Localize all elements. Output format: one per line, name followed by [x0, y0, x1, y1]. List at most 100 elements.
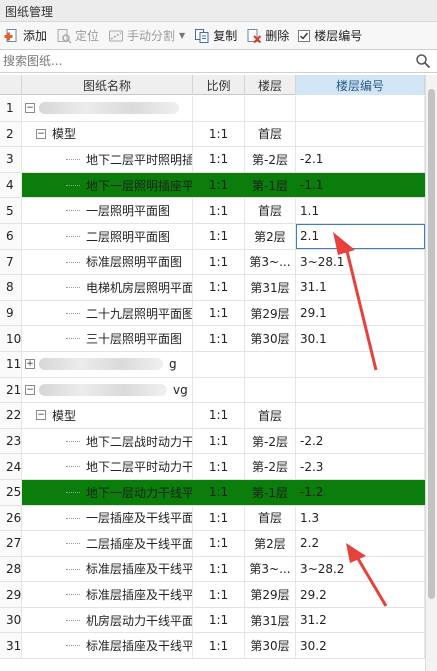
drawing-name-cell[interactable]: − 模型: [22, 403, 193, 428]
drawing-name-cell[interactable]: 地下二层战时动力干...: [22, 428, 193, 454]
drawing-name-cell[interactable]: 地下一层动力干线平...: [22, 479, 193, 505]
collapse-icon[interactable]: −: [36, 410, 46, 421]
delete-button[interactable]: 删除: [246, 25, 289, 47]
copy-button[interactable]: 复制: [194, 25, 237, 47]
ratio-cell[interactable]: [193, 377, 245, 403]
table-row[interactable]: 5 一层照明平面图 1:1 首层 1.1: [0, 198, 425, 224]
floor-cell[interactable]: [245, 377, 296, 403]
scrollbar-thumb[interactable]: [428, 89, 435, 599]
table-row[interactable]: 27 二层插座及干线平面图1:1第2层2.2: [0, 531, 425, 557]
floor-code-edit-cell[interactable]: 2.1: [296, 223, 425, 249]
floor-code-cell[interactable]: 30.2: [296, 633, 425, 659]
search-icon[interactable]: [415, 53, 431, 69]
floor-cell[interactable]: 第3~...: [245, 556, 296, 582]
table-row[interactable]: 31 标准层插座及干线平...1:1第30层30.2: [0, 633, 425, 660]
expand-icon[interactable]: +: [25, 359, 35, 370]
header-ratio[interactable]: 比例: [193, 75, 245, 95]
drawing-name-cell[interactable]: − vg: [22, 377, 193, 403]
table-row[interactable]: 23 地下二层战时动力干...1:1第-2层-2.2: [0, 428, 425, 455]
floor-code-cell[interactable]: -2.2: [296, 428, 425, 454]
drawing-name-cell[interactable]: 三十层照明平面图: [22, 326, 193, 351]
floor-cell[interactable]: 第-1层: [245, 172, 296, 198]
drawing-name-cell[interactable]: − 模型: [22, 121, 193, 147]
floor-code-cell[interactable]: -2.3: [296, 454, 425, 479]
ratio-cell[interactable]: [193, 351, 245, 377]
drawing-name-cell[interactable]: 标准层插座及干线平...: [22, 582, 193, 607]
ratio-cell[interactable]: 1:1: [193, 249, 245, 275]
drawing-name-cell[interactable]: 标准层照明平面图: [22, 249, 193, 275]
floor-cell[interactable]: 第-1层: [245, 479, 296, 505]
add-button[interactable]: 添加: [4, 25, 47, 47]
ratio-cell[interactable]: 1:1: [193, 556, 245, 582]
floor-cell[interactable]: 第30层: [245, 633, 296, 659]
vertical-scrollbar[interactable]: [425, 75, 437, 671]
drawing-name-cell[interactable]: 机房层动力干线平面图: [22, 607, 193, 633]
floor-code-cell[interactable]: 30.1: [296, 326, 425, 351]
floor-code-cell[interactable]: [296, 121, 425, 147]
ratio-cell[interactable]: 1:1: [193, 223, 245, 249]
ratio-cell[interactable]: 1:1: [193, 326, 245, 351]
floor-code-cell[interactable]: [296, 377, 425, 403]
drawing-name-cell[interactable]: 地下一层照明插座平...: [22, 172, 193, 198]
collapse-icon[interactable]: −: [25, 103, 35, 114]
drawing-name-cell[interactable]: 二层照明平面图: [22, 223, 193, 249]
table-row[interactable]: 29 标准层插座及干线平...1:1第29层29.2: [0, 582, 425, 608]
ratio-cell[interactable]: 1:1: [193, 300, 245, 326]
table-row[interactable]: 30 机房层动力干线平面图1:1第31层31.2: [0, 607, 425, 634]
floor-code-cell[interactable]: 1.1: [296, 198, 425, 223]
floor-code-checkbox[interactable]: [298, 29, 311, 42]
floor-cell[interactable]: 首层: [245, 505, 296, 531]
floor-code-cell[interactable]: 2.2: [296, 531, 425, 556]
header-floor-code[interactable]: 楼层编号: [296, 75, 425, 95]
floor-cell[interactable]: 第31层: [245, 275, 296, 300]
table-row[interactable]: 28 标准层插座及干线平...1:1第3~...3~28.2: [0, 556, 425, 583]
table-row[interactable]: 6 二层照明平面图 1:1 第2层 2.1: [0, 223, 425, 250]
table-row[interactable]: 7 标准层照明平面图 1:1 第3~... 3~28.1: [0, 249, 425, 276]
manual-split-button[interactable]: 手动分割 ▼: [108, 25, 185, 47]
drawing-name-cell[interactable]: 地下二层平时动力干...: [22, 454, 193, 479]
header-floor[interactable]: 楼层: [245, 75, 296, 95]
floor-cell[interactable]: 首层: [245, 403, 296, 428]
ratio-cell[interactable]: 1:1: [193, 428, 245, 454]
ratio-cell[interactable]: 1:1: [193, 479, 245, 505]
drawing-name-cell[interactable]: 一层照明平面图: [22, 198, 193, 223]
table-row[interactable]: 9 二十九层照明平面图 1:1 第29层 29.1: [0, 300, 425, 327]
ratio-cell[interactable]: 1:1: [193, 531, 245, 556]
locate-button[interactable]: 定位: [56, 25, 99, 47]
dropdown-caret-icon[interactable]: ▼: [179, 31, 185, 40]
floor-code-cell[interactable]: 3~28.2: [296, 556, 425, 582]
table-row[interactable]: 1−: [0, 96, 425, 122]
ratio-cell[interactable]: 1:1: [193, 505, 245, 531]
table-row[interactable]: 3 地下二层平时照明插...1:1第-2层-2.1: [0, 147, 425, 173]
table-row[interactable]: 24 地下二层平时动力干...1:1第-2层-2.3: [0, 454, 425, 480]
floor-code-cell[interactable]: -1.1: [296, 172, 425, 198]
floor-code-cell[interactable]: -2.1: [296, 147, 425, 172]
floor-code-cell[interactable]: 29.2: [296, 582, 425, 607]
floor-code-cell[interactable]: 29.1: [296, 300, 425, 326]
floor-cell[interactable]: [245, 351, 296, 377]
floor-cell[interactable]: 首层: [245, 198, 296, 223]
ratio-cell[interactable]: 1:1: [193, 582, 245, 607]
drawing-name-cell[interactable]: 标准层插座及干线平...: [22, 556, 193, 582]
ratio-cell[interactable]: 1:1: [193, 198, 245, 223]
drawing-name-cell[interactable]: 地下二层平时照明插...: [22, 147, 193, 172]
floor-cell[interactable]: 第2层: [245, 223, 296, 249]
ratio-cell[interactable]: 1:1: [193, 147, 245, 172]
floor-cell[interactable]: 首层: [245, 121, 296, 147]
table-row[interactable]: 26 一层插座及干线平面图1:1首层1.3: [0, 505, 425, 532]
drawing-name-cell[interactable]: + g: [22, 351, 193, 377]
floor-cell[interactable]: 第29层: [245, 582, 296, 607]
floor-code-cell[interactable]: [296, 96, 425, 121]
floor-code-cell[interactable]: 3~28.1: [296, 249, 425, 275]
collapse-icon[interactable]: −: [25, 384, 35, 395]
floor-cell[interactable]: 第-2层: [245, 147, 296, 172]
table-row[interactable]: 25 地下一层动力干线平...1:1第-1层-1.2: [0, 479, 425, 506]
floor-code-cell[interactable]: 1.3: [296, 505, 425, 531]
table-row[interactable]: 10 三十层照明平面图 1:1 第30层 30.1: [0, 326, 425, 352]
drawing-name-cell[interactable]: 电梯机房层照明平面图: [22, 275, 193, 300]
floor-cell[interactable]: 第31层: [245, 607, 296, 633]
floor-cell[interactable]: 第3~...: [245, 249, 296, 275]
floor-cell[interactable]: [245, 96, 296, 121]
floor-cell[interactable]: 第30层: [245, 326, 296, 351]
ratio-cell[interactable]: 1:1: [193, 454, 245, 479]
